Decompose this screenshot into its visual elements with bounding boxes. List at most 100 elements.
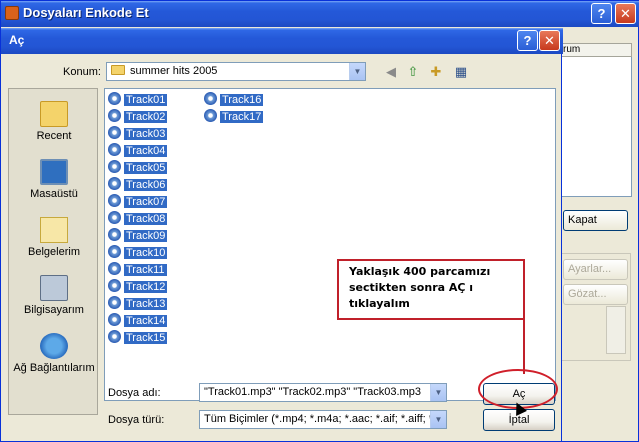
file-item-label: Track04 xyxy=(124,145,168,157)
file-item[interactable]: Track06 xyxy=(108,177,168,193)
encode-window-title: Dosyaları Enkode Et xyxy=(23,5,149,20)
places-bar: Recent Masaüstü Belgelerim Bilgisayarım … xyxy=(8,88,98,415)
new-folder-icon[interactable]: ✚ xyxy=(427,64,445,80)
audio-file-icon xyxy=(108,92,121,105)
audio-file-icon xyxy=(108,211,121,224)
file-item-label: Track13 xyxy=(124,298,168,310)
encode-close-button[interactable]: ✕ xyxy=(615,3,636,24)
place-recent-label: Recent xyxy=(36,130,72,142)
file-name-input[interactable]: "Track01.mp3" "Track02.mp3" "Track03.mp3… xyxy=(199,383,447,402)
recent-icon xyxy=(40,101,68,127)
audio-file-icon xyxy=(108,228,121,241)
place-computer[interactable]: Bilgisayarım xyxy=(9,275,99,316)
file-item[interactable]: Track01 xyxy=(108,92,168,108)
place-documents-label: Belgelerim xyxy=(28,246,80,258)
file-item[interactable]: Track14 xyxy=(108,313,168,329)
audio-file-icon xyxy=(108,143,121,156)
annotation-line-1: Yaklaşık 400 parcamızı xyxy=(349,265,491,278)
annotation-line-3: tıklayalım xyxy=(349,297,410,310)
audio-file-icon xyxy=(108,109,121,122)
konum-value: summer hits 2005 xyxy=(130,65,218,77)
place-documents[interactable]: Belgelerim xyxy=(9,217,99,258)
annotation-connector xyxy=(523,320,525,374)
file-item-label: Track10 xyxy=(124,247,168,259)
file-item-label: Track08 xyxy=(124,213,168,225)
file-item-label: Track15 xyxy=(124,332,168,344)
audio-file-icon xyxy=(108,313,121,326)
audio-file-icon xyxy=(108,126,121,139)
file-type-label: Dosya türü: xyxy=(108,414,165,426)
annotation-line-2: sectikten sonra AÇ ı xyxy=(349,281,474,294)
audio-file-icon xyxy=(108,296,121,309)
view-menu-icon[interactable]: ▦ xyxy=(452,64,470,80)
file-item[interactable]: Track13 xyxy=(108,296,168,312)
place-desktop-label: Masaüstü xyxy=(30,188,78,200)
file-item[interactable]: Track10 xyxy=(108,245,168,261)
file-item[interactable]: Track15 xyxy=(108,330,168,346)
file-item[interactable]: Track16 xyxy=(204,92,264,108)
ayarlar-button[interactable]: Ayarlar... xyxy=(563,259,628,280)
file-item-label: Track17 xyxy=(220,111,264,123)
documents-icon xyxy=(40,217,68,243)
place-network[interactable]: Ağ Bağlantılarım xyxy=(9,333,99,374)
open-dialog-title: Aç xyxy=(9,33,25,47)
file-item[interactable]: Track05 xyxy=(108,160,168,176)
audio-file-icon xyxy=(108,160,121,173)
place-desktop[interactable]: Masaüstü xyxy=(9,159,99,200)
scrollbar[interactable] xyxy=(606,306,626,354)
konum-label: Konum: xyxy=(63,66,101,78)
chevron-down-icon[interactable]: ▼ xyxy=(349,63,365,80)
column-header[interactable]: rum xyxy=(560,43,632,57)
file-name-label: Dosya adı: xyxy=(108,387,161,399)
file-item-label: Track01 xyxy=(124,94,168,106)
file-item[interactable]: Track08 xyxy=(108,211,168,227)
place-recent[interactable]: Recent xyxy=(9,101,99,142)
file-item[interactable]: Track11 xyxy=(108,262,167,278)
encode-list[interactable] xyxy=(560,57,632,197)
file-item-label: Track03 xyxy=(124,128,168,140)
file-item[interactable]: Track12 xyxy=(108,279,168,295)
file-item-label: Track09 xyxy=(124,230,168,242)
file-item[interactable]: Track07 xyxy=(108,194,168,210)
annotation-note: Yaklaşık 400 parcamızı sectikten sonra A… xyxy=(337,259,525,320)
folder-icon xyxy=(111,65,125,75)
app-icon xyxy=(5,6,19,20)
computer-icon xyxy=(40,275,68,301)
place-network-label: Ağ Bağlantılarım xyxy=(13,362,95,374)
file-item-label: Track02 xyxy=(124,111,168,123)
kapat-button[interactable]: Kapat xyxy=(563,210,628,231)
file-item-label: Track16 xyxy=(220,94,264,106)
audio-file-icon xyxy=(108,262,121,275)
audio-file-icon xyxy=(108,177,121,190)
chevron-down-icon[interactable]: ▼ xyxy=(430,384,446,401)
file-item[interactable]: Track17 xyxy=(204,109,264,125)
audio-file-icon xyxy=(108,194,121,207)
place-computer-label: Bilgisayarım xyxy=(24,304,84,316)
audio-file-icon xyxy=(108,279,121,292)
chevron-down-icon[interactable]: ▼ xyxy=(430,411,446,428)
open-dialog-titlebar[interactable]: Aç ? ✕ xyxy=(1,28,563,54)
gozat-button[interactable]: Gözat... xyxy=(563,284,628,305)
file-item-label: Track07 xyxy=(124,196,168,208)
file-item[interactable]: Track02 xyxy=(108,109,168,125)
dialog-close-button[interactable]: ✕ xyxy=(539,30,560,51)
file-type-select[interactable]: Tüm Biçimler (*.mp4; *.m4a; *.aac; *.aif… xyxy=(199,410,447,429)
file-item[interactable]: Track03 xyxy=(108,126,168,142)
file-item[interactable]: Track04 xyxy=(108,143,168,159)
encode-help-button[interactable]: ? xyxy=(591,3,612,24)
file-item-label: Track12 xyxy=(124,281,168,293)
open-dialog: Aç ? ✕ Konum: summer hits 2005 ▼ ◀ ⇧ ✚ ▦… xyxy=(0,28,563,442)
file-item[interactable]: Track09 xyxy=(108,228,168,244)
encode-window-titlebar[interactable]: Dosyaları Enkode Et ? ✕ xyxy=(1,1,639,27)
network-icon xyxy=(40,333,68,359)
konum-combo[interactable]: summer hits 2005 ▼ xyxy=(106,62,366,81)
file-item-label: Track05 xyxy=(124,162,168,174)
file-item-label: Track11 xyxy=(124,264,167,276)
file-name-value: "Track01.mp3" "Track02.mp3" "Track03.mp3 xyxy=(204,386,421,398)
back-icon[interactable]: ◀ xyxy=(382,64,400,80)
file-list[interactable]: Track01 Track02 Track03 Track04 Track05 Track… xyxy=(104,88,556,401)
audio-file-icon xyxy=(204,109,217,122)
dialog-help-button[interactable]: ? xyxy=(517,30,538,51)
up-folder-icon[interactable]: ⇧ xyxy=(404,64,422,80)
audio-file-icon xyxy=(108,245,121,258)
